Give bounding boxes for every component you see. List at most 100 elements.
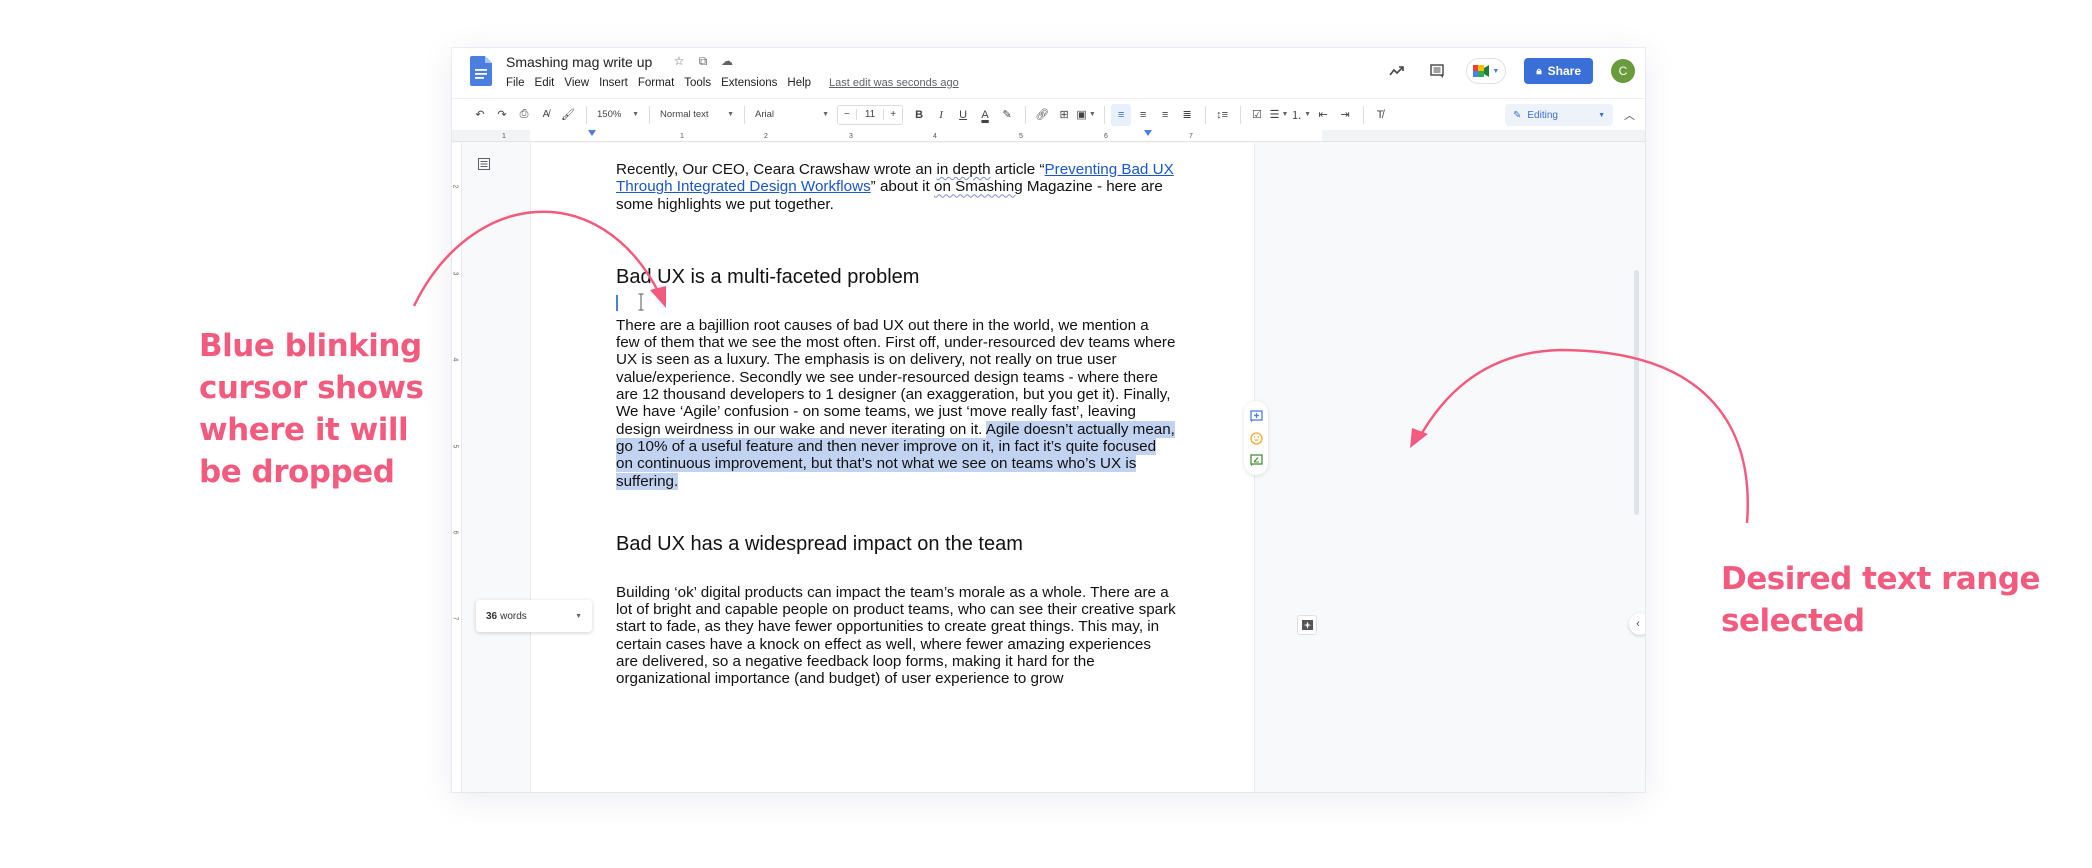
- zoom-select[interactable]: 150% ▼: [593, 104, 643, 126]
- font-size-input[interactable]: 11: [855, 109, 885, 120]
- bulleted-list-icon[interactable]: ☰ ▼: [1269, 104, 1289, 126]
- meet-button[interactable]: ▼: [1466, 58, 1507, 84]
- menu-insert[interactable]: Insert: [599, 77, 628, 89]
- annotation-selection-note: Desired text range selected: [1721, 561, 2041, 639]
- document-page[interactable]: Recently, Our CEO, Ceara Crawshaw wrote …: [530, 143, 1255, 792]
- ruler-tick: 6: [452, 530, 459, 535]
- add-comment-icon[interactable]: ⊞: [1054, 104, 1074, 126]
- paragraph-root-causes[interactable]: There are a bajillion root causes of bad…: [616, 317, 1176, 490]
- caret-down-icon: ▼: [727, 111, 734, 118]
- toolbar-divider: [586, 105, 587, 124]
- horizontal-ruler: 1 1 2 3 4 5 6 7: [452, 130, 1645, 142]
- menu-edit[interactable]: Edit: [535, 77, 555, 89]
- increase-font-size-button[interactable]: +: [884, 109, 902, 120]
- clear-formatting-icon[interactable]: T̸: [1370, 104, 1390, 126]
- checklist-icon[interactable]: ☑: [1247, 104, 1267, 126]
- activity-trend-icon[interactable]: [1386, 60, 1408, 82]
- left-indent-handle[interactable]: [588, 130, 596, 136]
- font-value: Arial: [755, 109, 775, 120]
- align-left-icon[interactable]: ≡: [1111, 103, 1132, 126]
- highlight-color-icon[interactable]: ✎: [997, 104, 1017, 126]
- menu-tools[interactable]: Tools: [684, 77, 711, 89]
- align-center-icon[interactable]: ≡: [1133, 104, 1153, 126]
- paragraph-style-value: Normal text: [660, 109, 709, 120]
- numbered-list-icon[interactable]: ⒈ ▼: [1291, 104, 1311, 126]
- intro-text: Recently, Our CEO, Ceara Crawshaw wrote …: [616, 161, 937, 178]
- last-edit-link[interactable]: Last edit was seconds ago: [829, 77, 959, 89]
- account-avatar[interactable]: C: [1611, 59, 1635, 83]
- increase-indent-icon[interactable]: ⇥: [1335, 104, 1355, 126]
- decrease-font-size-button[interactable]: −: [838, 109, 856, 120]
- align-right-icon[interactable]: ≡: [1155, 104, 1175, 126]
- line-spacing-icon[interactable]: ↕≡: [1212, 104, 1232, 126]
- spelling-suggestion[interactable]: in depth: [936, 161, 990, 178]
- bold-button[interactable]: B: [909, 104, 929, 126]
- menu-bar: File Edit View Insert Format Tools Exten…: [506, 77, 959, 89]
- menu-extensions[interactable]: Extensions: [721, 77, 777, 89]
- document-body[interactable]: Recently, Our CEO, Ceara Crawshaw wrote …: [616, 161, 1176, 688]
- justify-icon[interactable]: ≣: [1177, 104, 1197, 126]
- ruler-tick: 6: [1104, 133, 1108, 140]
- insert-link-icon[interactable]: 🔗︎: [1032, 104, 1052, 126]
- spelling-suggestion[interactable]: on Smashing: [934, 178, 1023, 195]
- paragraph-style-select[interactable]: Normal text ▼: [656, 104, 738, 126]
- explore-button[interactable]: [1297, 615, 1317, 635]
- insert-image-icon[interactable]: ▣ ▼: [1076, 104, 1096, 126]
- docs-logo-icon[interactable]: [470, 56, 492, 86]
- spellcheck-icon[interactable]: A̸: [536, 104, 556, 126]
- star-icon[interactable]: ☆: [672, 54, 686, 69]
- move-to-folder-icon[interactable]: ⧉: [696, 54, 710, 69]
- paragraph-team-impact[interactable]: Building ‘ok’ digital products can impac…: [616, 584, 1176, 688]
- ruler-tick: 3: [849, 133, 853, 140]
- title-bar: Smashing mag write up ☆ ⧉ ☁ File Edit Vi…: [452, 48, 1645, 98]
- pencil-icon: ✎: [1513, 109, 1522, 121]
- menu-format[interactable]: Format: [638, 77, 674, 89]
- google-docs-window: Smashing mag write up ☆ ⧉ ☁ File Edit Vi…: [452, 48, 1645, 792]
- decrease-indent-icon[interactable]: ⇤: [1313, 104, 1333, 126]
- intro-paragraph[interactable]: Recently, Our CEO, Ceara Crawshaw wrote …: [616, 161, 1176, 213]
- font-select[interactable]: Arial ▼: [751, 104, 833, 126]
- toolbar-divider: [649, 105, 650, 124]
- heading-widespread-impact[interactable]: Bad UX has a widespread impact on the te…: [616, 532, 1176, 556]
- font-size-stepper: − 11 +: [837, 104, 904, 125]
- comment-history-icon[interactable]: [1426, 60, 1448, 82]
- print-icon[interactable]: ⎙: [514, 104, 534, 126]
- toolbar-divider: [744, 105, 745, 124]
- text-insertion-cursor: [616, 294, 618, 311]
- menu-help[interactable]: Help: [787, 77, 811, 89]
- italic-button[interactable]: I: [931, 104, 951, 126]
- paint-format-icon[interactable]: 🖌︎: [558, 104, 578, 126]
- text-color-button[interactable]: A: [975, 104, 995, 126]
- toolbar-divider: [1025, 105, 1027, 124]
- caret-down-icon: ▼: [575, 612, 582, 620]
- underline-button[interactable]: U: [953, 104, 973, 126]
- top-right-actions: ▼ 🔒︎ Share C: [1386, 58, 1635, 84]
- intro-text: article “: [990, 161, 1045, 178]
- empty-line-drop-target[interactable]: [616, 293, 1176, 313]
- collapse-menus-icon[interactable]: ︿: [1624, 107, 1635, 123]
- undo-icon[interactable]: ↶: [470, 104, 490, 126]
- heading-multi-faceted-problem[interactable]: Bad UX is a multi-faceted problem: [616, 265, 1176, 289]
- side-panel-toggle[interactable]: ‹: [1629, 613, 1645, 635]
- document-title[interactable]: Smashing mag write up: [506, 54, 652, 70]
- emoji-reaction-icon[interactable]: [1249, 431, 1263, 445]
- menu-file[interactable]: File: [506, 77, 525, 89]
- vertical-scrollbar[interactable]: [1634, 270, 1639, 515]
- redo-icon[interactable]: ↷: [492, 104, 512, 126]
- document-outline-icon[interactable]: [478, 158, 490, 170]
- ruler-tick: 2: [452, 184, 459, 189]
- toolbar-divider: [1363, 105, 1365, 124]
- editing-mode-select[interactable]: ✎ Editing ▼: [1505, 104, 1613, 126]
- menu-view[interactable]: View: [564, 77, 589, 89]
- meet-icon: [1473, 65, 1490, 77]
- right-indent-handle[interactable]: [1144, 130, 1152, 136]
- ruler-page-area: [530, 130, 1322, 141]
- ruler-tick: 7: [1189, 133, 1193, 140]
- word-count-badge[interactable]: 36 words ▼: [476, 600, 592, 632]
- explore-sparkle-icon: [1301, 619, 1313, 630]
- cloud-saved-icon[interactable]: ☁: [720, 54, 734, 69]
- share-button[interactable]: 🔒︎ Share: [1524, 58, 1593, 84]
- lock-icon: 🔒︎: [1536, 65, 1542, 77]
- suggest-edits-icon[interactable]: [1249, 453, 1263, 467]
- add-comment-icon[interactable]: [1249, 409, 1263, 423]
